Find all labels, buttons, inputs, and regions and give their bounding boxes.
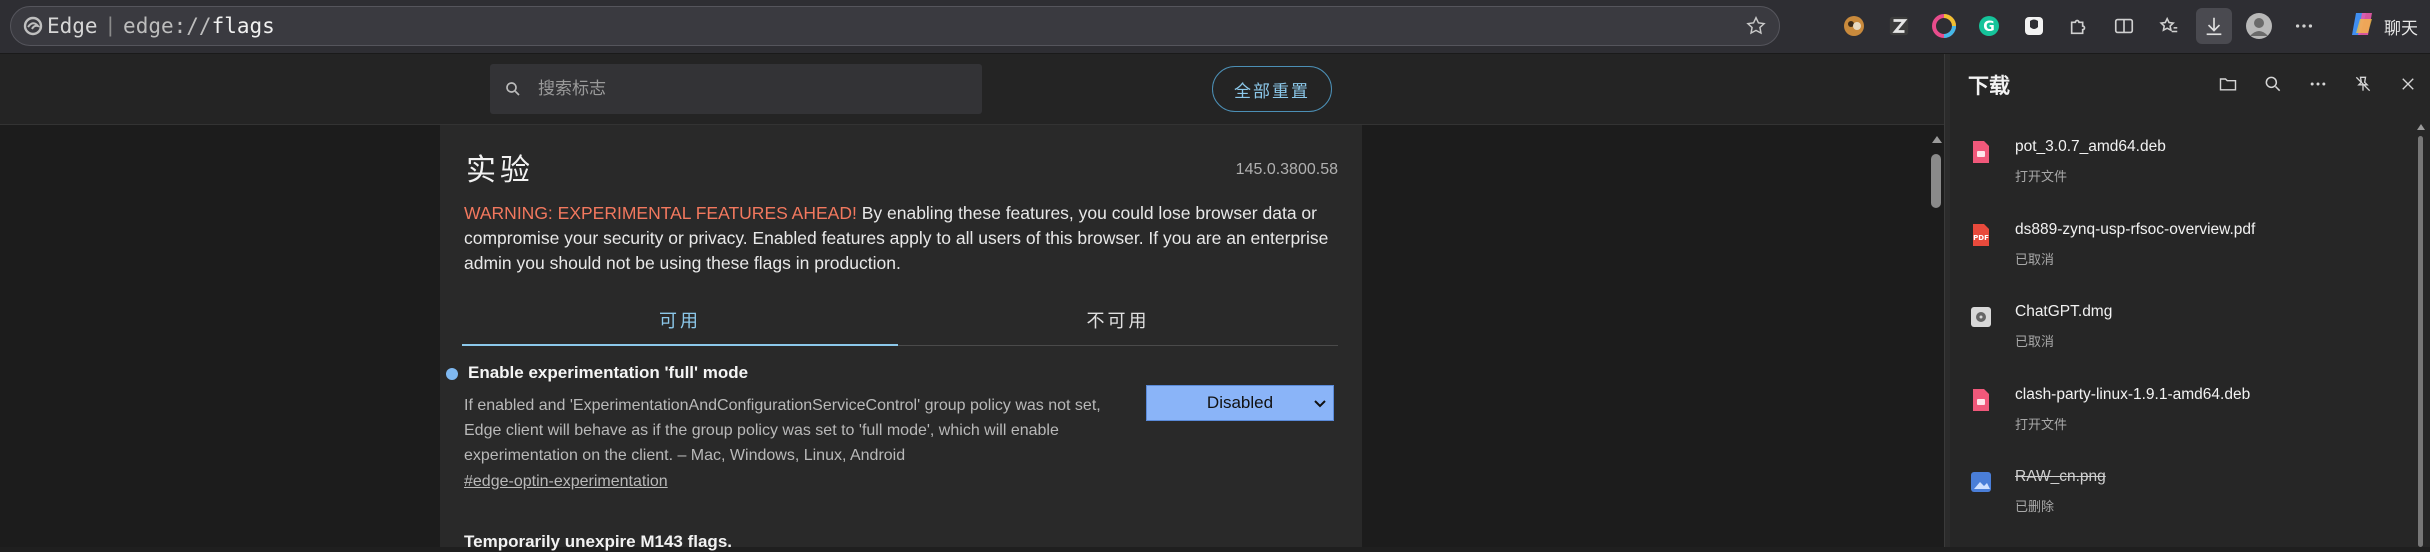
extensions-puzzle-icon[interactable] <box>2061 8 2097 44</box>
downloads-tools <box>2199 68 2424 100</box>
version-number: 145.0.3800.58 <box>1235 161 1338 178</box>
disk-image-icon <box>1970 305 1992 329</box>
download-status[interactable]: 打开文件 <box>2015 166 2067 185</box>
flag-state-select[interactable]: Disabled <box>1146 385 1334 421</box>
warning-text: WARNING: EXPERIMENTAL FEATURES AHEAD! By… <box>464 201 1344 276</box>
reset-all-button[interactable]: 全部重置 <box>1212 66 1332 112</box>
address-bar[interactable]: Edge | edge://flags <box>10 6 1780 46</box>
downloads-list: pot_3.0.7_amd64.deb 打开文件 PDF ds889-zynq-… <box>1950 124 2414 537</box>
downloads-title: 下载 <box>1968 74 2010 98</box>
add-favorite-star-icon[interactable] <box>1745 15 1767 37</box>
url-path: flags <box>211 14 275 38</box>
download-status: 已取消 <box>2015 335 2055 350</box>
download-item[interactable]: RAW_cn.png 已删除 <box>1950 454 2414 537</box>
download-status: 已取消 <box>2015 252 2055 268</box>
copilot-chat-button[interactable]: 聊天 <box>2348 8 2418 44</box>
page-title: 实验 <box>466 153 534 188</box>
brave-lion-icon[interactable] <box>2016 8 2052 44</box>
flag-anchor-link[interactable]: #edge-optin-experimentation <box>464 473 668 491</box>
profile-avatar-icon[interactable] <box>2241 8 2277 44</box>
folder-icon[interactable] <box>2212 68 2244 100</box>
tab-available[interactable]: 可用 <box>462 295 898 346</box>
deb-file-icon <box>1970 388 1992 412</box>
page-scrollbar[interactable] <box>1928 132 1944 547</box>
download-status: 已删除 <box>2015 500 2055 515</box>
download-filename: pot_3.0.7_amd64.deb <box>2015 138 2166 155</box>
copilot-icon <box>2348 9 2378 44</box>
scrollbar-thumb[interactable] <box>1931 154 1941 208</box>
flag-title: Enable experimentation 'full' mode <box>468 363 749 382</box>
flag-state-value: Disabled <box>1206 393 1274 412</box>
download-filename: clash-party-linux-1.9.1-amd64.deb <box>2015 385 2251 403</box>
download-status[interactable]: 打开文件 <box>2015 414 2067 433</box>
scrollbar-thumb[interactable] <box>2418 136 2423 547</box>
zotero-icon[interactable] <box>1881 8 1917 44</box>
flag-title-next: Temporarily unexpire M143 flags. <box>464 532 732 551</box>
unpin-icon[interactable] <box>2347 68 2379 100</box>
warning-prefix: WARNING: EXPERIMENTAL FEATURES AHEAD! <box>464 203 857 223</box>
split-screen-icon[interactable] <box>2106 8 2142 44</box>
download-filename: ds889-zynq-usp-rfsoc-overview.pdf <box>2015 220 2256 238</box>
flags-search-header: 全部重置 <box>0 54 1944 125</box>
chat-label: 聊天 <box>2384 18 2418 39</box>
flags-content: 实验 145.0.3800.58 WARNING: EXPERIMENTAL F… <box>440 125 1362 551</box>
tab-unavailable[interactable]: 不可用 <box>900 295 1336 345</box>
chevron-down-icon <box>1313 395 1327 409</box>
modified-indicator-dot <box>446 368 458 380</box>
download-item[interactable]: pot_3.0.7_amd64.deb 打开文件 <box>1950 124 2414 207</box>
svg-text:PDF: PDF <box>1973 234 1989 242</box>
search-icon <box>504 80 522 98</box>
scroll-up-arrow-icon[interactable] <box>2417 124 2425 130</box>
grammarly-icon[interactable]: G <box>1971 8 2007 44</box>
color-wheel-icon[interactable] <box>1926 8 1962 44</box>
url-text[interactable]: edge://flags <box>123 14 275 38</box>
downloads-icon[interactable] <box>2196 8 2232 44</box>
flags-page: 全部重置 实验 145.0.3800.58 WARNING: EXPERIMEN… <box>0 54 1944 551</box>
edge-logo-icon <box>23 16 43 36</box>
address-separator: | <box>107 14 114 37</box>
download-filename: ChatGPT.dmg <box>2015 303 2113 320</box>
url-scheme: edge:// <box>123 14 212 38</box>
pdf-file-icon: PDF <box>1970 223 1992 247</box>
flags-tabs: 可用 不可用 <box>462 295 1338 346</box>
downloads-scrollbar[interactable] <box>2416 118 2426 547</box>
more-icon[interactable] <box>2302 68 2334 100</box>
image-file-icon <box>1970 470 1992 494</box>
search-icon[interactable] <box>2257 68 2289 100</box>
download-item[interactable]: ChatGPT.dmg 已取消 <box>1950 289 2414 372</box>
close-icon[interactable] <box>2392 68 2424 100</box>
site-name: Edge <box>47 14 98 38</box>
deb-file-icon <box>1970 140 1992 164</box>
scroll-up-arrow-icon[interactable] <box>1932 136 1942 143</box>
svg-text:G: G <box>1983 19 1995 35</box>
downloads-header: 下载 <box>1950 54 2430 114</box>
flags-search-box[interactable] <box>490 64 982 114</box>
download-filename: RAW_cn.png <box>2015 468 2106 485</box>
download-item[interactable]: clash-party-linux-1.9.1-amd64.deb 打开文件 <box>1950 372 2414 455</box>
favorites-icon[interactable] <box>2151 8 2187 44</box>
flags-search-input[interactable] <box>536 78 960 100</box>
download-item[interactable]: PDF ds889-zynq-usp-rfsoc-overview.pdf 已取… <box>1950 207 2414 290</box>
extension-avatar-icon[interactable] <box>1836 8 1872 44</box>
browser-toolbar: Edge | edge://flags G 聊天 <box>0 0 2430 54</box>
flag-description: If enabled and 'ExperimentationAndConfig… <box>464 397 1101 464</box>
more-menu-icon[interactable] <box>2286 8 2322 44</box>
toolbar-icons: G <box>1836 8 2331 44</box>
downloads-panel: 下载 pot_3.0.7_amd64.deb 打开文件 PDF ds889-zy… <box>1950 54 2430 547</box>
